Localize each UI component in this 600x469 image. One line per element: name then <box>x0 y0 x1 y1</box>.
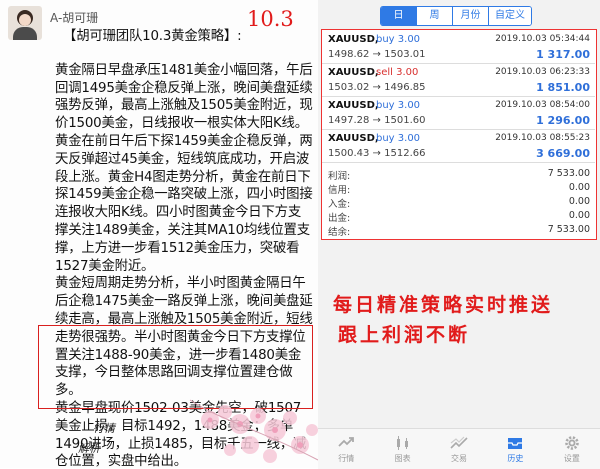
summary-row: 利润: 7 533.00 <box>328 168 590 182</box>
nav-history[interactable]: 历史 <box>487 429 543 469</box>
handwriting-label: 行情 <box>93 422 115 435</box>
arrow-icon: → <box>372 82 381 93</box>
trade-profit: 1 317.00 <box>536 48 590 61</box>
trade-prices: 1498.62 → 1503.01 <box>328 49 425 60</box>
summary-label: 利润: <box>328 171 351 182</box>
trade-close-price: 1496.85 <box>384 82 426 93</box>
trade-symbol: XAUUSD, <box>328 133 379 144</box>
row-divider <box>322 162 595 163</box>
chart-icon <box>396 436 408 450</box>
trade-time: 2019.10.03 05:34:44 <box>495 34 590 44</box>
tab-week[interactable]: 周 <box>416 7 452 25</box>
trade-close-price: 1501.60 <box>384 115 426 126</box>
trade-profit: 1 296.00 <box>536 114 590 127</box>
summary-label: 出金: <box>328 213 351 224</box>
trade-open-price: 1498.62 <box>328 49 370 60</box>
trade-side: buy 3.00 <box>376 133 421 144</box>
message-paragraph: 黄金隔日早盘承压1481美金小幅回落，午后回调1495美金企稳反弹上涨，晚间美盘… <box>55 62 313 132</box>
trade-symbol: XAUUSD, <box>328 34 379 45</box>
trade-prices: 1500.43 → 1512.66 <box>328 148 425 159</box>
summary-label: 入金: <box>328 199 351 210</box>
nav-label: 交易 <box>451 454 468 463</box>
quotes-icon <box>338 437 355 447</box>
nav-label: 历史 <box>507 454 524 463</box>
trade-open-price: 1503.02 <box>328 82 370 93</box>
trade-profit: 1 851.00 <box>536 81 590 94</box>
nav-trade[interactable]: 交易 <box>431 429 487 469</box>
trade-row[interactable]: XAUUSD, buy 3.00 2019.10.03 08:55:23 150… <box>328 133 590 165</box>
chat-panel: A-胡可珊 10.3 【胡可珊团队10.3黄金策略】: 黄金隔日早盘承压1481… <box>0 0 318 468</box>
nav-chart[interactable]: 图表 <box>374 429 430 469</box>
trading-history-panel: 日 周 月份 自定义 XAUUSD, buy 3.00 2019.10.03 0… <box>318 0 600 469</box>
trade-icon <box>450 436 468 449</box>
trade-side: buy 3.00 <box>376 100 421 111</box>
trade-history-box: XAUUSD, buy 3.00 2019.10.03 05:34:44 149… <box>321 29 597 240</box>
row-divider <box>322 129 595 130</box>
arrow-icon: → <box>372 49 381 60</box>
summary-value: 0.00 <box>568 196 590 207</box>
nav-quotes[interactable]: 行情 <box>318 429 374 469</box>
summary-label: 信用: <box>328 185 351 196</box>
trade-symbol: XAUUSD, <box>328 100 379 111</box>
avatar[interactable] <box>8 6 42 40</box>
trade-time: 2019.10.03 08:55:23 <box>495 133 590 143</box>
trade-row[interactable]: XAUUSD, buy 3.00 2019.10.03 05:34:44 149… <box>328 34 590 66</box>
trade-time: 2019.10.03 08:54:00 <box>495 100 590 110</box>
trade-prices: 1503.02 → 1496.85 <box>328 82 425 93</box>
bottom-nav: 行情 图表 交易 历史 设置 <box>318 428 600 469</box>
message-title: 【胡可珊团队10.3黄金策略】: <box>63 29 242 44</box>
nav-settings[interactable]: 设置 <box>544 429 600 469</box>
tab-day[interactable]: 日 <box>381 7 416 25</box>
trade-open-price: 1500.43 <box>328 148 370 159</box>
promo-line: 跟上利润不断 <box>338 324 471 346</box>
summary-value: 0.00 <box>568 210 590 221</box>
promo-line: 每日精准策略实时推送 <box>333 294 554 316</box>
blossom-decoration <box>189 399 318 463</box>
row-divider <box>322 96 595 97</box>
sender-name: A-胡可珊 <box>50 11 99 25</box>
trade-close-price: 1512.66 <box>384 148 426 159</box>
period-tabs: 日 周 月份 自定义 <box>380 6 532 26</box>
row-divider <box>322 63 595 64</box>
trade-side: buy 3.00 <box>376 34 421 45</box>
trade-side: sell 3.00 <box>376 67 419 78</box>
nav-label: 图表 <box>394 454 411 463</box>
trade-symbol: XAUUSD, <box>328 67 379 78</box>
trade-row[interactable]: XAUUSD, buy 3.00 2019.10.03 08:54:00 149… <box>328 100 590 132</box>
settings-icon <box>565 436 579 450</box>
summary-value: 7 533.00 <box>547 168 590 179</box>
summary-row: 入金: 0.00 <box>328 196 590 210</box>
trade-prices: 1497.28 → 1501.60 <box>328 115 425 126</box>
summary-row: 出金: 0.00 <box>328 210 590 224</box>
trade-open-price: 1497.28 <box>328 115 370 126</box>
summary-label: 结余: <box>328 227 351 238</box>
handwriting-label: 解析 <box>78 442 100 455</box>
history-icon <box>508 438 523 449</box>
trade-row[interactable]: XAUUSD, sell 3.00 2019.10.03 06:23:33 15… <box>328 67 590 99</box>
nav-label: 设置 <box>563 454 580 463</box>
account-summary: 利润: 7 533.00 信用: 0.00 入金: 0.00 出金: 0.00 结余: 7… <box>328 168 590 238</box>
trade-profit: 3 669.00 <box>536 147 590 160</box>
trade-close-price: 1503.01 <box>384 49 426 60</box>
summary-row: 信用: 0.00 <box>328 182 590 196</box>
promo-text: 每日精准策略实时推送 跟上利润不断 <box>333 290 598 350</box>
message-paragraph: 黄金在前日午后下探1459美金企稳反弹，两天反弹超过45美金，短线筑底成功，开启… <box>55 133 313 274</box>
arrow-icon: → <box>372 148 381 159</box>
summary-value: 0.00 <box>568 182 590 193</box>
summary-row: 结余: 7 533.00 <box>328 224 590 238</box>
nav-label: 行情 <box>338 454 355 463</box>
tab-custom[interactable]: 自定义 <box>488 7 531 25</box>
summary-value: 7 533.00 <box>547 224 590 235</box>
arrow-icon: → <box>372 115 381 126</box>
trade-time: 2019.10.03 06:23:33 <box>495 67 590 77</box>
tab-month[interactable]: 月份 <box>452 7 488 25</box>
